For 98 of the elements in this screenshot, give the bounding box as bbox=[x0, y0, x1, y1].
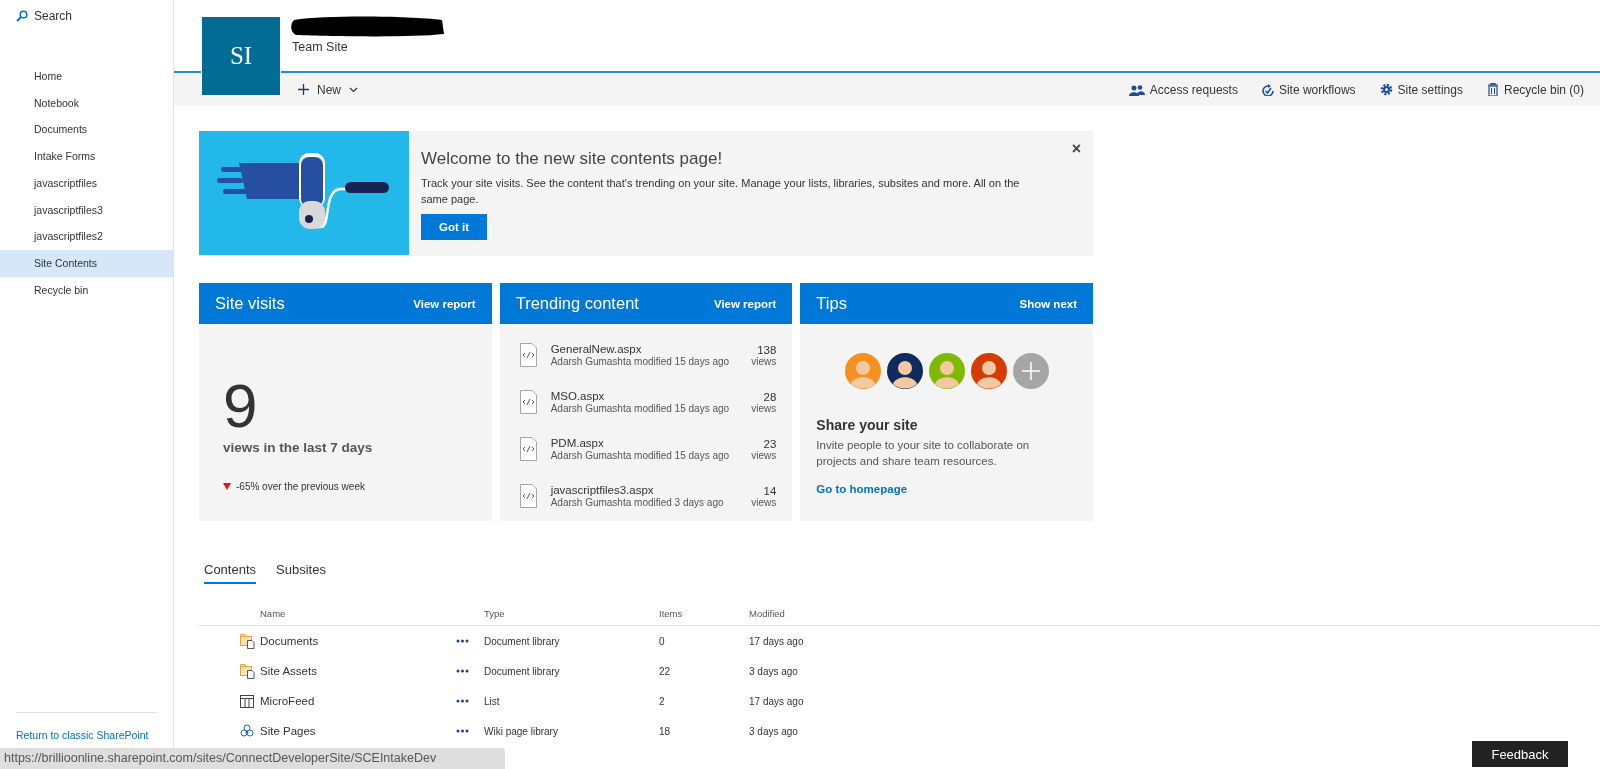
flower-icon bbox=[240, 723, 255, 739]
more-options-icon bbox=[456, 699, 469, 703]
view-count: 23 bbox=[763, 437, 777, 450]
people-icon bbox=[1128, 83, 1145, 96]
card-action-link[interactable]: Show next bbox=[1019, 297, 1077, 310]
banner-text: Track your site visits. See the content that's trending on your site. Manage your lists, libraries, subsites and more. All on the same page. bbox=[421, 176, 1021, 207]
table-cell-text: Document library bbox=[484, 635, 561, 647]
toolbar-button[interactable]: Site workflows bbox=[1261, 82, 1356, 97]
table-cell-text: Document library bbox=[484, 665, 561, 677]
file-link[interactable]: MSO.aspx bbox=[550, 390, 605, 402]
card-title: Tips bbox=[816, 294, 847, 313]
nav-link[interactable]: Recycle bin bbox=[0, 276, 173, 304]
nav-link[interactable]: Documents bbox=[0, 116, 173, 144]
column-header: Modified bbox=[749, 607, 786, 619]
item-name-link[interactable]: Site Assets bbox=[260, 665, 456, 677]
toolbar-button[interactable]: Site settings bbox=[1379, 82, 1463, 97]
view-count: 138 bbox=[757, 343, 777, 356]
table-cell-text: 17 days ago bbox=[749, 695, 805, 707]
file-link[interactable]: GeneralNew.aspx bbox=[550, 343, 642, 355]
nav-link[interactable]: javascriptfiles2 bbox=[0, 223, 173, 250]
library-icon bbox=[240, 633, 255, 649]
file-meta: Adarsh Gumashta modified 15 days ago bbox=[550, 356, 730, 367]
return-link[interactable]: Return to classic SharePoint bbox=[16, 729, 149, 741]
search-link[interactable]: Search bbox=[0, 0, 89, 32]
table-cell-text: 0 bbox=[659, 635, 666, 647]
column-header: Name bbox=[260, 607, 287, 619]
avatar-icon bbox=[844, 353, 881, 389]
site-logo[interactable]: SI bbox=[201, 16, 281, 96]
view-count: 14 bbox=[763, 484, 777, 497]
view-label: views bbox=[751, 355, 777, 367]
table-cell-text: 17 days ago bbox=[749, 635, 805, 647]
avatar-icon bbox=[886, 353, 923, 389]
tab[interactable]: Subsites bbox=[276, 562, 326, 584]
site-subtitle: Team Site bbox=[292, 40, 348, 54]
view-count: 28 bbox=[763, 390, 777, 403]
item-name-link[interactable]: Documents bbox=[260, 635, 456, 647]
code-file-icon bbox=[519, 343, 537, 367]
table-cell-text: List bbox=[484, 695, 501, 707]
tip-text: Invite people to your site to collaborate on projects and share team resources. bbox=[816, 438, 1031, 469]
card-action-link[interactable]: View report bbox=[713, 297, 777, 310]
table-cell-text: 22 bbox=[659, 665, 672, 677]
nav-link[interactable]: Intake Forms bbox=[0, 143, 173, 170]
item-name-link[interactable]: Site Pages bbox=[260, 725, 456, 737]
got-it-button[interactable]: Got it bbox=[421, 214, 487, 240]
banner-title: Welcome to the new site contents page! bbox=[421, 149, 723, 169]
nav-link[interactable]: Home bbox=[0, 63, 173, 90]
view-label: views bbox=[751, 449, 777, 461]
table-cell-text: 3 days ago bbox=[749, 725, 799, 737]
column-header: Type bbox=[484, 607, 506, 619]
homepage-link[interactable]: Go to homepage bbox=[816, 483, 908, 495]
column-header: Items bbox=[659, 607, 684, 619]
table-cell-text: 3 days ago bbox=[749, 665, 799, 677]
visit-count: 9 bbox=[223, 376, 259, 436]
file-link[interactable]: PDM.aspx bbox=[550, 437, 604, 449]
trash-icon bbox=[1486, 83, 1499, 96]
view-label: views bbox=[751, 496, 777, 508]
workflow-icon bbox=[1261, 83, 1274, 96]
avatar-icon bbox=[928, 353, 965, 389]
nav-link[interactable]: javascriptfiles3 bbox=[0, 196, 173, 224]
table-cell-text: Wiki page library bbox=[484, 725, 559, 737]
view-label: views bbox=[751, 402, 777, 414]
toolbar-button[interactable]: Recycle bin (0) bbox=[1486, 82, 1584, 97]
search-icon bbox=[16, 10, 28, 22]
table-cell-text: 2 bbox=[659, 695, 666, 707]
nav-link[interactable]: Site Contents bbox=[0, 249, 173, 277]
close-button[interactable]: × bbox=[1071, 141, 1081, 157]
settings-icon bbox=[1379, 83, 1393, 96]
card-action-link[interactable]: View report bbox=[413, 297, 476, 310]
file-meta: Adarsh Gumashta modified 15 days ago bbox=[550, 450, 730, 461]
file-meta: Adarsh Gumashta modified 15 days ago bbox=[550, 403, 730, 414]
more-options-icon bbox=[456, 669, 469, 673]
change-text: -65% over the previous week bbox=[236, 481, 365, 492]
more-options-icon bbox=[456, 639, 469, 643]
file-link[interactable]: javascriptfiles3.aspx bbox=[550, 484, 654, 496]
more-options-icon bbox=[456, 729, 469, 733]
card-title: Trending content bbox=[515, 294, 639, 313]
library-icon bbox=[240, 663, 255, 679]
plus-icon bbox=[298, 84, 309, 95]
visit-caption: views in the last 7 days bbox=[223, 440, 374, 455]
nav-link[interactable]: Notebook bbox=[0, 89, 173, 117]
table-cell-text: 18 bbox=[659, 725, 672, 737]
list-icon bbox=[240, 693, 255, 709]
file-meta: Adarsh Gumashta modified 3 days ago bbox=[550, 497, 724, 508]
code-file-icon bbox=[519, 437, 537, 461]
avatar-icon bbox=[970, 353, 1007, 389]
tab[interactable]: Contents bbox=[204, 562, 257, 584]
code-file-icon bbox=[519, 390, 537, 414]
code-file-icon bbox=[519, 484, 537, 508]
add-person-icon bbox=[1012, 353, 1049, 389]
status-bar: https://brillioonline.sharepoint.com/sites/ConnectDeveloperSite/SCEIntakeDev bbox=[0, 748, 505, 769]
card-title: Site visits bbox=[215, 294, 285, 313]
item-name-link[interactable]: MicroFeed bbox=[260, 695, 456, 707]
toolbar-button[interactable]: Access requests bbox=[1128, 82, 1238, 97]
nav-link[interactable]: javascriptfiles bbox=[0, 169, 173, 197]
chevron-down-icon bbox=[349, 86, 358, 93]
tip-heading: Share your site bbox=[816, 417, 919, 433]
feedback-button[interactable]: Feedback bbox=[1472, 741, 1568, 767]
new-button[interactable]: New bbox=[294, 78, 362, 101]
